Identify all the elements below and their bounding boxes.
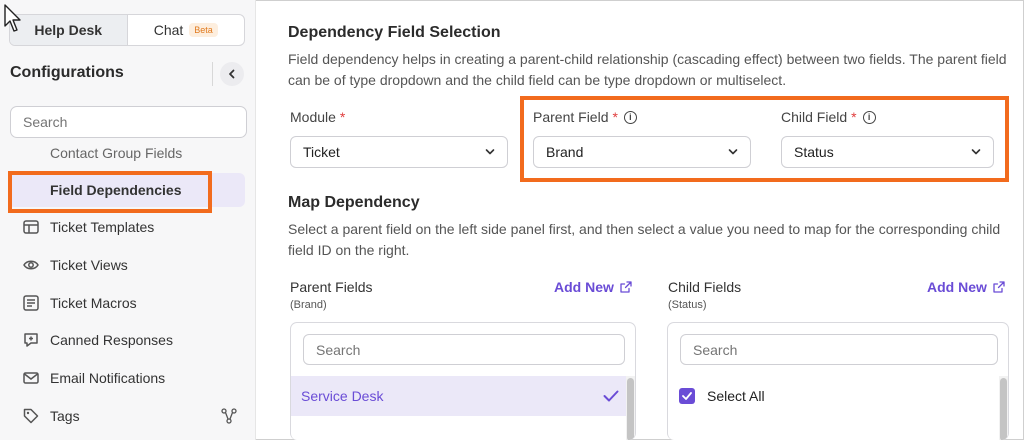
sidebar-item-label: Ticket Templates [50, 219, 155, 235]
child-scrollbar-thumb[interactable] [1000, 378, 1007, 440]
sidebar-item-label: Tags [50, 408, 80, 424]
child-fields-panel: Select All [667, 322, 1009, 440]
check-icon [603, 390, 619, 402]
chevron-down-icon [485, 149, 495, 155]
divider [212, 62, 213, 86]
page-title: Dependency Field Selection [288, 24, 501, 41]
child-fields-subtitle: (Status) [668, 299, 707, 311]
sidebar-title: Configurations [10, 64, 124, 81]
sidebar-item-label: Ticket Macros [50, 295, 137, 311]
mode-toggle: Help Desk Chat Beta [9, 14, 245, 46]
sidebar-item-label: Canned Responses [50, 332, 173, 348]
page-description: Field dependency helps in creating a par… [288, 51, 1007, 88]
email-notification-icon [22, 369, 40, 387]
list-item-label: Service Desk [301, 388, 384, 404]
main-content: Dependency Field Selection Field depende… [256, 0, 1024, 440]
highlight-field-selection [520, 96, 1009, 182]
chevron-left-icon [229, 69, 235, 79]
sidebar-search-input[interactable] [10, 106, 247, 138]
select-all-checkbox[interactable] [679, 388, 695, 404]
child-select-all-row[interactable]: Select All [668, 376, 765, 416]
template-icon [22, 218, 40, 236]
child-fields-title: Child Fields [668, 279, 742, 295]
macro-icon [22, 294, 40, 312]
sidebar-item-ticket-views[interactable]: Ticket Views [8, 248, 245, 282]
checkbox-check-icon [682, 392, 692, 400]
parent-add-new-link[interactable]: Add New [554, 279, 632, 295]
tab-help-desk[interactable]: Help Desk [10, 15, 128, 45]
sidebar-item-ticket-templates[interactable]: Ticket Templates [8, 210, 245, 244]
share-graph-icon [221, 408, 237, 427]
group-icon [22, 144, 40, 162]
sidebar-item-canned-responses[interactable]: Canned Responses [8, 323, 245, 357]
sidebar-item-contact-group-fields[interactable]: Contact Group Fields [8, 142, 245, 170]
canned-response-icon [22, 331, 40, 349]
sidebar: Help Desk Chat Beta Configurations Conta… [0, 0, 256, 440]
tab-help-desk-label: Help Desk [34, 22, 103, 38]
external-link-icon [993, 281, 1005, 293]
parent-field-item-service-desk[interactable]: Service Desk [291, 376, 629, 416]
tag-icon [22, 407, 40, 425]
child-add-new-link[interactable]: Add New [927, 279, 1005, 295]
module-value: Ticket [303, 144, 340, 160]
sidebar-item-ticket-macros[interactable]: Ticket Macros [8, 286, 245, 320]
parent-fields-panel: Service Desk [290, 322, 636, 440]
tab-chat[interactable]: Chat Beta [128, 15, 245, 45]
parent-fields-search-input[interactable] [303, 334, 625, 365]
child-add-new-label: Add New [927, 279, 987, 295]
map-dependency-description: Select a parent field on the left side p… [288, 221, 1001, 258]
beta-badge: Beta [189, 23, 218, 37]
parent-add-new-label: Add New [554, 279, 614, 295]
external-link-icon [620, 281, 632, 293]
required-marker: * [339, 109, 346, 125]
parent-fields-title: Parent Fields [290, 279, 373, 295]
sidebar-item-label: Ticket Views [50, 257, 128, 273]
highlight-field-dependencies [8, 171, 212, 213]
sidebar-item-label: Contact Group Fields [50, 145, 183, 161]
parent-fields-subtitle: (Brand) [290, 299, 327, 311]
eye-icon [22, 256, 40, 274]
module-label: Module * [290, 109, 345, 125]
sidebar-item-label: Email Notifications [50, 370, 166, 386]
module-label-text: Module [290, 109, 336, 125]
collapse-sidebar-button[interactable] [220, 62, 244, 86]
map-dependency-title: Map Dependency [288, 194, 420, 211]
sidebar-item-email-notifications[interactable]: Email Notifications [8, 361, 245, 395]
tab-chat-label: Chat [153, 22, 184, 38]
child-fields-search-input[interactable] [680, 334, 998, 365]
parent-scrollbar-thumb[interactable] [627, 378, 634, 440]
select-all-label: Select All [707, 388, 765, 404]
sidebar-item-tags[interactable]: Tags [8, 399, 245, 433]
module-select[interactable]: Ticket [290, 136, 508, 168]
mouse-cursor-icon [4, 4, 21, 32]
